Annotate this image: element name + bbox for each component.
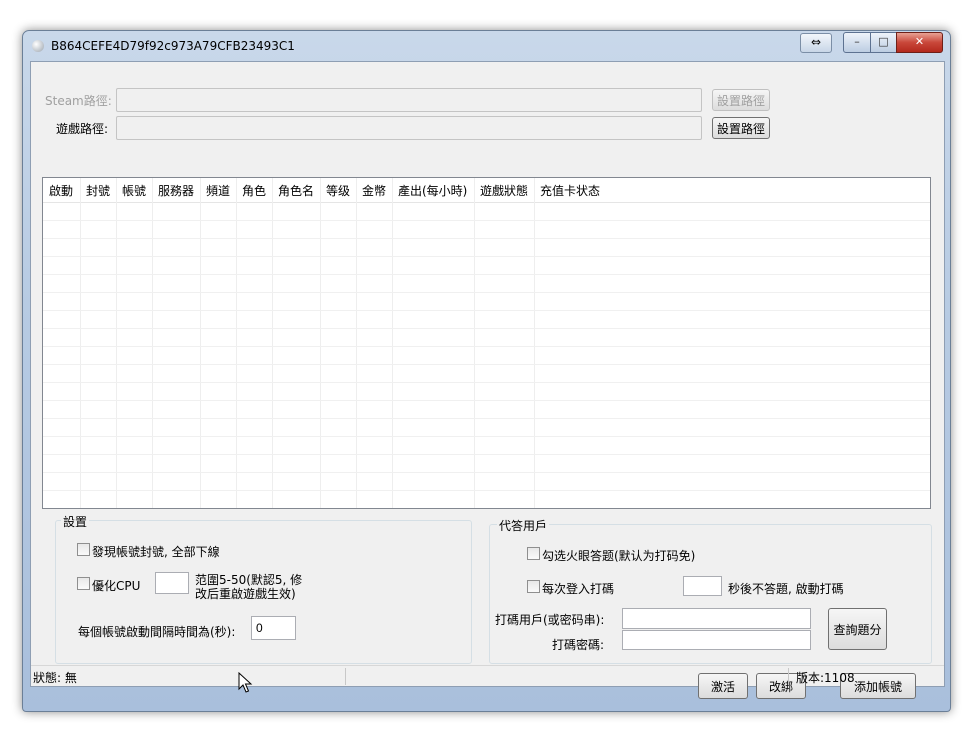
steam-path-label: Steam路徑: — [45, 94, 112, 108]
column-divider — [80, 178, 81, 508]
column-divider — [116, 178, 117, 508]
captcha-user-input[interactable] — [622, 608, 811, 629]
game-set-path-button[interactable]: 設置路徑 — [712, 117, 770, 139]
column-divider — [200, 178, 201, 508]
app-icon — [32, 40, 44, 52]
fire-eye-label: 勾选火眼答题(默认为打码免) — [542, 549, 696, 563]
captcha-group-title: 代答用戶 — [497, 517, 550, 534]
column-header[interactable]: 角色名 — [272, 178, 320, 202]
login-captcha-label: 每次登入打碼 — [542, 582, 615, 596]
steam-path-field — [116, 88, 702, 112]
maximize-button[interactable]: □ — [870, 32, 897, 53]
column-divider — [320, 178, 321, 508]
optimize-cpu-label: 優化CPU — [92, 579, 141, 593]
fire-eye-checkbox[interactable] — [527, 547, 540, 560]
interval-label: 每個帳號啟動間隔時間為(秒): — [78, 625, 236, 639]
close-button[interactable]: ✕ — [896, 32, 943, 53]
settings-group-title: 設置 — [61, 513, 90, 530]
login-captcha-checkbox[interactable] — [527, 580, 540, 593]
column-header[interactable]: 封號 — [80, 178, 116, 202]
row-divider — [43, 310, 930, 311]
column-divider — [474, 178, 475, 508]
status-separator — [788, 668, 789, 685]
row-divider — [43, 220, 930, 221]
cpu-hint-line-2: 改后重啟遊戲生效) — [195, 587, 296, 601]
cpu-hint-line-1: 范圍5-50(默認5, 修 — [195, 573, 303, 587]
ban-offline-checkbox[interactable] — [77, 543, 90, 556]
column-divider — [272, 178, 273, 508]
ban-offline-label: 發現帳號封號, 全部下線 — [92, 545, 220, 559]
table-header: 啟動 封號 帳號 服務器 頻道 角色 角色名 等级 金幣 產出(每小時) 遊戲狀… — [43, 178, 930, 203]
row-divider — [43, 382, 930, 383]
captcha-seconds-input[interactable] — [683, 576, 722, 596]
interval-input[interactable] — [251, 616, 296, 640]
column-header[interactable]: 產出(每小時) — [392, 178, 474, 202]
column-header[interactable]: 頻道 — [200, 178, 236, 202]
status-separator — [345, 668, 346, 685]
steam-set-path-button[interactable]: 設置路徑 — [712, 89, 770, 111]
column-header[interactable]: 充值卡状态 — [534, 178, 634, 202]
column-header[interactable]: 啟動 — [43, 178, 80, 202]
row-divider — [43, 454, 930, 455]
row-divider — [43, 490, 930, 491]
row-divider — [43, 328, 930, 329]
row-divider — [43, 256, 930, 257]
optimize-cpu-checkbox[interactable] — [77, 577, 90, 590]
captcha-seconds-suffix: 秒後不答題, 啟動打碼 — [728, 582, 844, 596]
column-divider — [534, 178, 535, 508]
row-divider — [43, 346, 930, 347]
snap-icon[interactable]: ⇔ — [800, 33, 832, 53]
column-divider — [356, 178, 357, 508]
accounts-table[interactable]: 啟動 封號 帳號 服務器 頻道 角色 角色名 等级 金幣 產出(每小時) 遊戲狀… — [42, 177, 931, 509]
column-header[interactable]: 帳號 — [116, 178, 152, 202]
column-divider — [152, 178, 153, 508]
column-divider — [392, 178, 393, 508]
client-area: Steam路徑: 設置路徑 遊戲路徑: 設置路徑 啟動 封號 帳號 服務器 頻道… — [30, 61, 945, 699]
version-text: 版本:1108 — [796, 671, 855, 685]
row-divider — [43, 400, 930, 401]
row-divider — [43, 238, 930, 239]
row-divider — [43, 472, 930, 473]
column-divider — [236, 178, 237, 508]
mouse-cursor-icon — [238, 672, 253, 693]
captcha-password-label: 打碼密碼: — [552, 638, 605, 652]
captcha-password-input[interactable] — [622, 630, 811, 650]
row-divider — [43, 418, 930, 419]
game-path-label: 遊戲路徑: — [56, 122, 109, 136]
column-header[interactable]: 服務器 — [152, 178, 200, 202]
minimize-button[interactable]: – — [843, 32, 871, 53]
main-window: B864CEFE4D79f92c973A79CFB23493C1 ⇔ – □ ✕… — [22, 30, 951, 712]
column-header[interactable]: 角色 — [236, 178, 272, 202]
game-path-field — [116, 116, 702, 140]
title-bar[interactable]: B864CEFE4D79f92c973A79CFB23493C1 ⇔ – □ ✕ — [23, 31, 950, 61]
cpu-hint: 范圍5-50(默認5, 修 改后重啟遊戲生效) — [195, 573, 302, 601]
column-header[interactable]: 遊戲狀態 — [474, 178, 534, 202]
row-divider — [43, 364, 930, 365]
status-text: 狀態: 無 — [33, 671, 77, 685]
row-divider — [43, 292, 930, 293]
query-points-button[interactable]: 查詢題分 — [828, 608, 887, 650]
row-divider — [43, 274, 930, 275]
column-header[interactable]: 金幣 — [356, 178, 392, 202]
row-divider — [43, 436, 930, 437]
window-title: B864CEFE4D79f92c973A79CFB23493C1 — [51, 39, 295, 53]
column-header[interactable]: 等级 — [320, 178, 356, 202]
cpu-value-input[interactable] — [155, 572, 189, 594]
status-bar: 狀態: 無 版本:1108 — [31, 665, 944, 687]
captcha-user-label: 打碼用戶(或密码串): — [495, 613, 605, 627]
